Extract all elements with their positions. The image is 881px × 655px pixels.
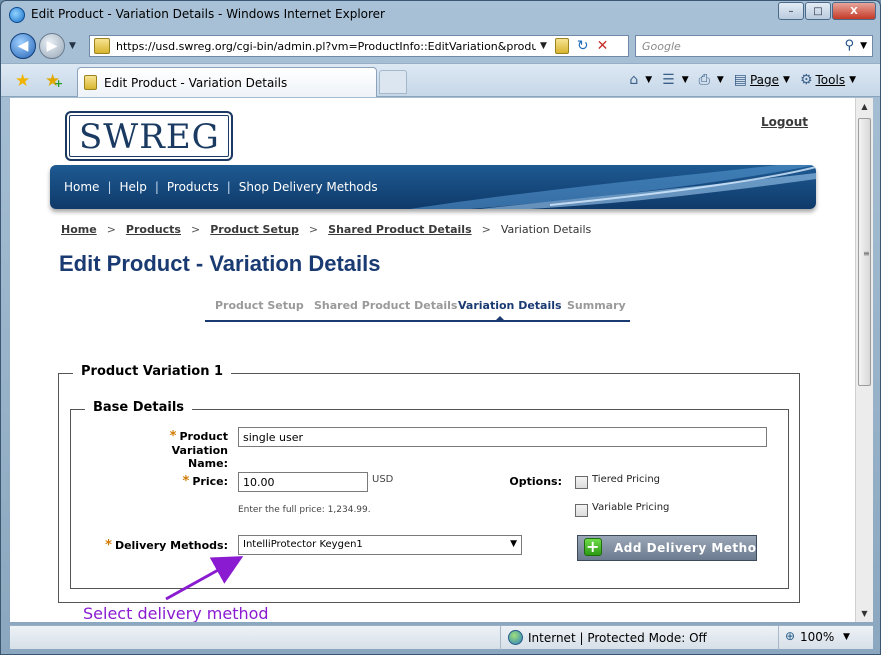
print-command[interactable]: ⎙ ▼ [699, 72, 724, 88]
search-box[interactable]: Google ⚲ ▼ [635, 35, 873, 57]
logout-link[interactable]: Logout [761, 115, 808, 129]
globe-icon [508, 630, 523, 645]
home-command[interactable]: ⌂ ▼ [629, 72, 652, 88]
delivery-methods-select[interactable]: IntelliProtector Keygen1 ▼ [238, 535, 522, 555]
back-button[interactable]: ◀ [10, 33, 36, 59]
scroll-down-icon[interactable]: ▼ [856, 605, 873, 622]
breadcrumb-products[interactable]: Products [126, 223, 181, 236]
step-variation-details[interactable]: Variation Details [458, 299, 562, 312]
page-menu[interactable]: ▤ Page ▼ [734, 72, 790, 88]
command-bar: ⌂ ▼ ☰ ▼ ⎙ ▼ ▤ Page ▼ ⚙ Tools ▼ [619, 72, 856, 88]
ie-logo-icon [9, 7, 25, 23]
step-shared-product-details[interactable]: Shared Product Details [314, 299, 457, 312]
browser-window: Edit Product - Variation Details - Windo… [0, 0, 881, 655]
url-field[interactable]: https://usd.swreg.org/cgi-bin/admin.pl?v… [116, 40, 536, 53]
page-content: SWREG Logout Home | Help | Products | Shop … [10, 98, 855, 622]
tools-menu[interactable]: ⚙ Tools ▼ [800, 72, 856, 88]
home-icon: ⌂ [629, 72, 639, 88]
title-bar: Edit Product - Variation Details - Windo… [1, 1, 880, 29]
address-bar[interactable]: https://usd.swreg.org/cgi-bin/admin.pl?v… [89, 35, 629, 57]
scroll-thumb[interactable]: ≡ [858, 118, 871, 386]
page-icon: ▤ [733, 72, 747, 88]
tiered-pricing-label: Tiered Pricing [592, 474, 661, 485]
wizard-steps: Product Setup Shared Product Details Var… [205, 298, 630, 322]
nav-help[interactable]: Help [119, 180, 146, 194]
minimize-button[interactable]: – [778, 2, 804, 20]
breadcrumb-product-setup[interactable]: Product Setup [210, 223, 299, 236]
arrow-right-icon: ▶ [46, 38, 58, 54]
active-step-indicator [495, 316, 505, 321]
window-controls: – □ X [777, 2, 876, 20]
tab-lock-icon [84, 75, 97, 90]
step-product-setup[interactable]: Product Setup [215, 299, 304, 312]
chevron-down-icon: ▼ [510, 539, 517, 549]
address-dropdown-icon[interactable]: ▼ [540, 41, 547, 51]
zoom-icon[interactable]: ⊕ [785, 629, 795, 643]
price-input[interactable]: 10.00 [238, 472, 368, 492]
tab-label: Edit Product - Variation Details [104, 76, 288, 90]
maximize-button[interactable]: □ [805, 2, 831, 20]
security-lock-icon[interactable] [554, 38, 569, 54]
required-asterisk: * [105, 538, 112, 553]
tab-edit-product[interactable]: Edit Product - Variation Details [77, 67, 377, 97]
recent-pages-dropdown[interactable]: ▼ [69, 41, 76, 51]
step-summary[interactable]: Summary [567, 299, 626, 312]
feeds-command[interactable]: ☰ ▼ [662, 72, 688, 88]
breadcrumb-current: Variation Details [500, 223, 592, 236]
tiered-pricing-checkbox[interactable] [575, 476, 588, 489]
options-label: Options: [509, 475, 562, 488]
search-dropdown-icon[interactable]: ▼ [860, 41, 867, 51]
close-button[interactable]: X [832, 2, 876, 20]
search-input[interactable]: Google [642, 40, 681, 53]
variable-pricing-label: Variable Pricing [592, 502, 670, 513]
delivery-methods-label: * Delivery Methods: [105, 538, 228, 553]
printer-icon: ⎙ [698, 72, 710, 88]
nav-shop-delivery-methods[interactable]: Shop Delivery Methods [239, 180, 378, 194]
price-label: * Price: [182, 474, 228, 489]
arrow-left-icon: ◀ [17, 38, 29, 54]
variation-legend: Product Variation 1 [73, 364, 232, 379]
refresh-icon[interactable]: ↻ [577, 38, 589, 54]
plus-icon: + [584, 538, 602, 556]
navigation-bar: ◀ ▶ ▼ https://usd.swreg.org/cgi-bin/admi… [1, 29, 880, 63]
variation-name-label: * Product Variation Name: [169, 429, 228, 470]
breadcrumb-home[interactable]: Home [61, 223, 97, 236]
search-icon[interactable]: ⚲ [844, 38, 854, 53]
tab-bar: ★ ★ + Edit Product - Variation Details ⌂ ▼… [1, 63, 880, 97]
forward-button[interactable]: ▶ [39, 33, 65, 59]
page-title: Edit Product - Variation Details [59, 251, 381, 276]
variation-name-input[interactable]: single user [238, 427, 767, 447]
nav-home[interactable]: Home [64, 180, 99, 194]
zoom-dropdown-icon[interactable]: ▼ [843, 632, 850, 642]
add-favorites-icon[interactable]: ★ + [45, 71, 63, 91]
rss-icon: ☰ [662, 72, 675, 88]
status-bar: Internet | Protected Mode: Off ⊕ 100% ▼ [10, 625, 873, 650]
vertical-scrollbar[interactable]: ▲ ≡ ▼ [855, 98, 873, 622]
breadcrumb: Home > Products > Product Setup > Shared Pr… [61, 223, 592, 236]
favorites-star-icon[interactable]: ★ [15, 71, 30, 91]
breadcrumb-shared-product-details[interactable]: Shared Product Details [328, 223, 471, 236]
page-icon [94, 38, 110, 54]
currency-label: USD [372, 474, 394, 485]
security-zone[interactable]: Internet | Protected Mode: Off [528, 631, 707, 645]
gear-icon: ⚙ [799, 72, 813, 88]
swreg-logo[interactable]: SWREG [65, 111, 233, 161]
required-asterisk: * [182, 474, 190, 489]
required-asterisk: * [169, 429, 177, 444]
window-title: Edit Product - Variation Details - Windo… [31, 7, 385, 21]
zoom-level[interactable]: 100% [800, 630, 834, 644]
new-tab-button[interactable] [379, 70, 407, 94]
add-delivery-method-button[interactable]: + Add Delivery Method [577, 535, 765, 561]
main-nav: Home | Help | Products | Shop Delivery Meth… [64, 180, 378, 194]
annotation-label: Select delivery method [83, 604, 269, 622]
base-details-legend: Base Details [85, 400, 193, 415]
price-hint: Enter the full price: 1,234.99. [238, 505, 371, 515]
nav-products[interactable]: Products [167, 180, 219, 194]
annotation-arrow [165, 556, 244, 601]
stop-icon[interactable]: ✕ [597, 38, 609, 54]
variable-pricing-checkbox[interactable] [575, 504, 588, 517]
main-nav-banner: Home | Help | Products | Shop Delivery Meth… [50, 165, 816, 209]
scroll-up-icon[interactable]: ▲ [856, 98, 873, 115]
